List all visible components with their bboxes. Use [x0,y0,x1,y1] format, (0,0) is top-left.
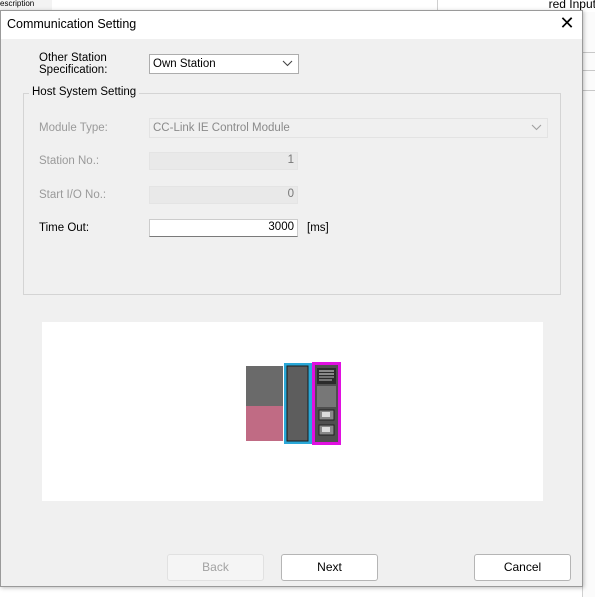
module-type-dropdown[interactable]: CC-Link IE Control Module [149,118,548,138]
other-station-value: Own Station [153,58,216,70]
close-button[interactable]: ✕ [552,11,582,37]
time-out-unit: [ms] [307,222,329,234]
chevron-down-icon [531,121,542,136]
other-station-label: Other Station Specification: [39,52,107,76]
station-no-label: Station No.: [39,155,100,167]
port-icon-inner [322,427,330,432]
time-out-label: Time Out: [39,222,90,234]
chevron-down-icon [282,57,293,72]
close-icon: ✕ [559,13,575,33]
host-system-group-title: Host System Setting [29,86,140,98]
dialog-titlebar: Communication Setting ✕ [1,11,582,39]
module-type-value: CC-Link IE Control Module [153,122,290,134]
time-out-field[interactable]: 3000 [149,219,298,237]
cancel-button[interactable]: Cancel [474,554,571,581]
start-io-no-label: Start I/O No.: [39,189,107,201]
port-icon-inner [322,412,330,417]
cpu-module-upper [246,366,283,406]
module-panel [317,386,336,407]
other-station-label-line1: Other Station [39,52,107,64]
background-header-text: escription [0,0,35,8]
communication-setting-dialog: Communication Setting ✕ Other Station Sp… [0,10,583,587]
next-button[interactable]: Next [281,554,378,581]
other-station-dropdown[interactable]: Own Station [149,54,299,74]
cpu-module-lower [246,406,283,441]
start-io-no-field[interactable]: 0 [149,186,298,204]
system-preview-panel [42,322,543,501]
background-table-column [582,12,595,597]
back-button[interactable]: Back [167,554,264,581]
module-display-panel [317,368,336,384]
dialog-title: Communication Setting [7,17,137,31]
network-module [286,365,309,442]
background-cell [583,70,595,91]
other-station-label-line2: Specification: [39,64,108,76]
station-no-field[interactable]: 1 [149,152,298,170]
module-type-label: Module Type: [39,122,108,134]
background-cell [583,52,595,71]
module-diagram [246,362,341,445]
background-cell [583,12,595,53]
